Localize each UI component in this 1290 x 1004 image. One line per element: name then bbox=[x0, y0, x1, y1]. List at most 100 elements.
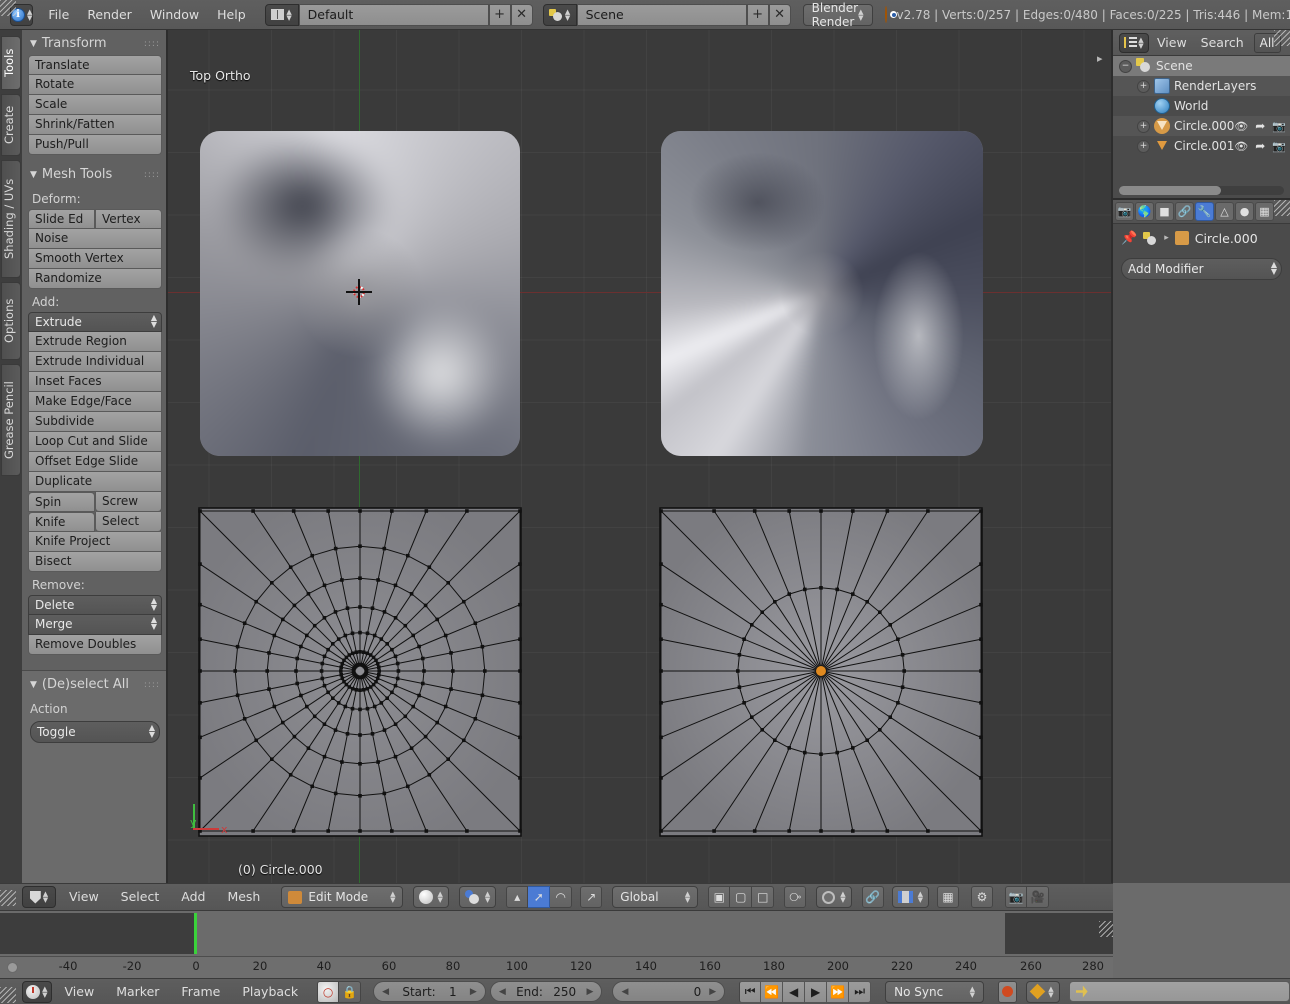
extrude-region-button[interactable]: Extrude Region bbox=[28, 332, 162, 352]
smooth-vertex-button[interactable]: Smooth Vertex bbox=[28, 249, 162, 269]
screw-button[interactable]: Screw bbox=[95, 492, 162, 512]
viewport-menu-mesh[interactable]: Mesh bbox=[218, 883, 269, 911]
world-tab-icon[interactable]: 🌎 bbox=[1135, 202, 1154, 221]
manipulator-icon[interactable]: ↗ bbox=[580, 886, 602, 908]
current-frame-field[interactable]: ◀ 0 ▶ bbox=[612, 981, 725, 1002]
randomize-button[interactable]: Randomize bbox=[28, 269, 162, 289]
lock-icon[interactable]: 🔒 bbox=[339, 981, 361, 1003]
knife-select-button[interactable]: Select bbox=[95, 512, 162, 532]
panel-grip-icon[interactable]: :::: bbox=[144, 680, 160, 690]
snap-align-icon[interactable]: ▦ bbox=[937, 886, 959, 908]
noise-button[interactable]: Noise bbox=[28, 229, 162, 249]
delete-screen-button[interactable]: ✕ bbox=[511, 4, 533, 26]
material-tab-icon[interactable]: ● bbox=[1235, 202, 1254, 221]
outliner-row-world[interactable]: World bbox=[1113, 96, 1290, 116]
pin-icon[interactable]: 📌 bbox=[1121, 231, 1137, 246]
scene-name[interactable]: Scene bbox=[577, 4, 747, 26]
delete-scene-button[interactable]: ✕ bbox=[769, 4, 791, 26]
active-keying-set-field[interactable] bbox=[1069, 981, 1290, 1002]
timeline-menu-marker[interactable]: Marker bbox=[107, 980, 168, 1004]
merge-select[interactable]: Merge ▲▼ bbox=[28, 615, 162, 635]
tab-create[interactable]: Create bbox=[1, 94, 21, 156]
next-keyframe-icon[interactable]: ⏩ bbox=[827, 981, 849, 1003]
rotate-button[interactable]: Rotate bbox=[28, 75, 162, 95]
play-reverse-icon[interactable]: ◀ bbox=[783, 981, 805, 1003]
panel-header-mesh-tools[interactable]: ▼ Mesh Tools :::: bbox=[22, 155, 168, 186]
eye-icon[interactable]: 👁 bbox=[1234, 120, 1248, 133]
make-edge-face-button[interactable]: Make Edge/Face bbox=[28, 392, 162, 412]
remove-doubles-button[interactable]: Remove Doubles bbox=[28, 635, 162, 655]
screen-layout-selector[interactable]: ▲▼ Default + ✕ bbox=[265, 4, 533, 26]
outliner-row-scene[interactable]: − Scene bbox=[1113, 56, 1290, 76]
scale-button[interactable]: Scale bbox=[28, 95, 162, 115]
tab-grease-pencil[interactable]: Grease Pencil bbox=[1, 364, 21, 476]
spin-button[interactable]: Spin bbox=[28, 492, 95, 512]
shrink-fatten-button[interactable]: Shrink/Fatten bbox=[28, 115, 162, 135]
proportional-falloff-select[interactable]: ▲▼ bbox=[816, 886, 851, 908]
outliner-menu-search[interactable]: Search bbox=[1195, 31, 1250, 55]
loop-cut-and-slide-button[interactable]: Loop Cut and Slide bbox=[28, 432, 162, 452]
subdivide-button[interactable]: Subdivide bbox=[28, 412, 162, 432]
edge-select-icon[interactable]: ➚ bbox=[528, 886, 550, 908]
viewport-3d[interactable]: Top Ortho bbox=[168, 30, 1113, 883]
magnet-icon[interactable]: 🔗 bbox=[862, 886, 884, 908]
xray-icon[interactable]: □ bbox=[752, 886, 774, 908]
add-modifier-button[interactable]: Add Modifier ▲▼ bbox=[1121, 258, 1282, 280]
proportional-edit-icon[interactable]: ⧂ bbox=[784, 886, 806, 908]
screen-layout-icon[interactable]: ▲▼ bbox=[265, 4, 299, 26]
viewport-collapse-icon[interactable]: ▸ bbox=[1097, 52, 1107, 62]
play-icon[interactable]: ▶ bbox=[805, 981, 827, 1003]
render-shadeless-icon[interactable]: ⚙ bbox=[971, 886, 993, 908]
face-select-icon[interactable]: ◠ bbox=[550, 886, 572, 908]
outliner-row-renderlayers[interactable]: + RenderLayers bbox=[1113, 76, 1290, 96]
prev-keyframe-icon[interactable]: ⏪ bbox=[761, 981, 783, 1003]
viewport-shading-select[interactable]: ▲▼ bbox=[413, 886, 449, 908]
expand-icon[interactable]: + bbox=[1137, 80, 1150, 93]
scene-icon[interactable] bbox=[1143, 232, 1158, 245]
timeline-menu-playback[interactable]: Playback bbox=[233, 980, 307, 1004]
knife-button[interactable]: Knife bbox=[28, 512, 95, 532]
translate-button[interactable]: Translate bbox=[28, 55, 162, 75]
add-scene-button[interactable]: + bbox=[747, 4, 769, 26]
viewport-menu-select[interactable]: Select bbox=[112, 883, 169, 911]
keyingset-browse-icon[interactable] bbox=[1076, 986, 1088, 998]
sync-mode-select[interactable]: No Sync ▲▼ bbox=[885, 981, 984, 1003]
inset-faces-button[interactable]: Inset Faces bbox=[28, 372, 162, 392]
editor-type-selector[interactable]: i ▲▼ bbox=[10, 4, 33, 26]
object-tab-icon[interactable]: ■ bbox=[1155, 202, 1174, 221]
panel-header-transform[interactable]: ▼ Transform :::: bbox=[22, 30, 168, 55]
viewport-menu-view[interactable]: View bbox=[60, 883, 108, 911]
duplicate-button[interactable]: Duplicate bbox=[28, 472, 162, 492]
cursor-arrow-icon[interactable]: ➦ bbox=[1255, 119, 1265, 133]
timeline-editor-icon[interactable]: ▲▼ bbox=[22, 981, 52, 1003]
panel-grip-icon[interactable]: :::: bbox=[144, 39, 160, 49]
pivot-point-select[interactable]: ▲▼ bbox=[459, 886, 496, 908]
outliner-display-mode-icon[interactable]: ▲▼ bbox=[1119, 33, 1149, 53]
panel-header-deselect-all[interactable]: ▼ (De)select All :::: bbox=[22, 671, 168, 696]
timeline-ruler[interactable]: -40 -20 0 20 40 60 80 100 120 140 160 18… bbox=[0, 956, 1113, 978]
delete-select[interactable]: Delete ▲▼ bbox=[28, 595, 162, 615]
tab-tools[interactable]: Tools bbox=[1, 36, 21, 90]
menu-help[interactable]: Help bbox=[208, 1, 255, 29]
collapse-icon[interactable]: − bbox=[1119, 60, 1132, 73]
screen-layout-name[interactable]: Default bbox=[299, 4, 489, 26]
outliner-menu-view[interactable]: View bbox=[1151, 31, 1193, 55]
push-pull-button[interactable]: Push/Pull bbox=[28, 135, 162, 155]
interaction-mode-select[interactable]: Edit Mode ▲▼ bbox=[281, 886, 402, 908]
outliner-row-circle-001[interactable]: + Circle.001 👁 ➦ 📷 bbox=[1113, 136, 1290, 156]
expand-icon[interactable]: + bbox=[1137, 120, 1150, 133]
scene-selector[interactable]: ▲▼ Scene + ✕ bbox=[543, 4, 791, 26]
eye-icon[interactable]: 👁 bbox=[1234, 140, 1248, 153]
tab-shading-uvs[interactable]: Shading / UVs bbox=[1, 160, 21, 278]
menu-render[interactable]: Render bbox=[78, 1, 141, 29]
expand-icon[interactable]: + bbox=[1137, 140, 1150, 153]
vertex-select-icon[interactable]: ▴ bbox=[506, 886, 528, 908]
extrude-select[interactable]: Extrude ▲▼ bbox=[28, 312, 162, 332]
timeline-menu-frame[interactable]: Frame bbox=[172, 980, 229, 1004]
texture-tab-icon[interactable]: ▦ bbox=[1255, 202, 1274, 221]
cursor-arrow-icon[interactable]: ➦ bbox=[1255, 139, 1265, 153]
extrude-individual-button[interactable]: Extrude Individual bbox=[28, 352, 162, 372]
timeline-playhead[interactable] bbox=[194, 913, 197, 954]
region-divider-toolshelf[interactable] bbox=[166, 30, 168, 883]
auto-keyframe-icon[interactable]: ○ bbox=[317, 981, 339, 1003]
